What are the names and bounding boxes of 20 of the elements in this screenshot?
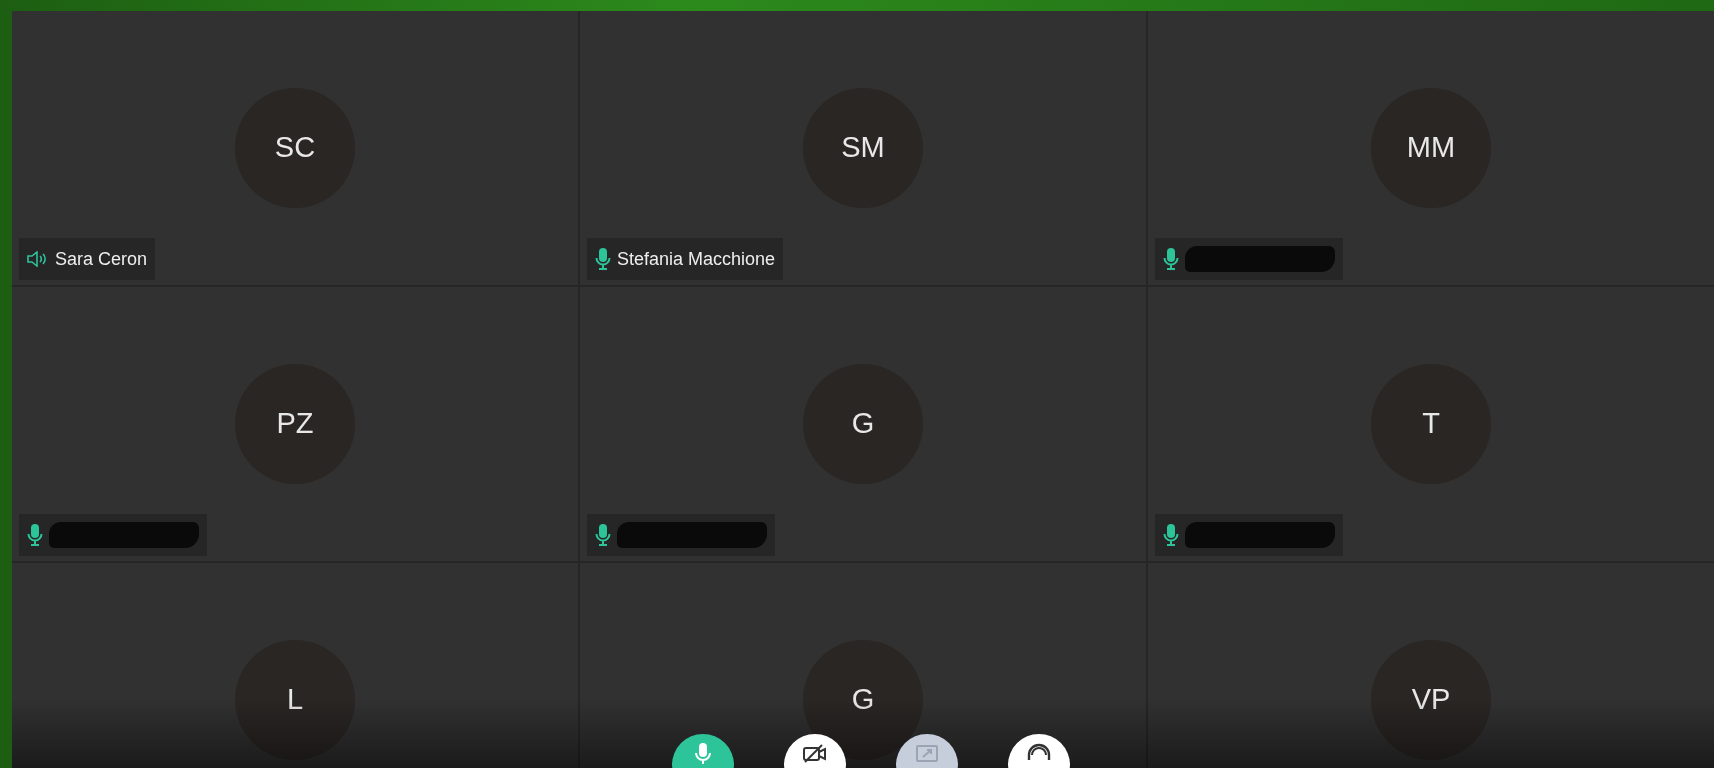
- avatar-initials: VP: [1371, 640, 1491, 760]
- avatar-initials: G: [803, 364, 923, 484]
- microphone-icon: [693, 742, 713, 766]
- microphone-icon: [595, 523, 611, 547]
- microphone-icon: [595, 247, 611, 271]
- avatar-initials: G: [803, 640, 923, 760]
- camera-off-icon: [802, 742, 828, 764]
- screen-share-icon: [915, 742, 939, 764]
- participant-name: Stefania Macchione: [617, 247, 776, 271]
- avatar-initials: SM: [803, 88, 923, 208]
- microphone-icon: [1163, 247, 1179, 271]
- avatar-initials: MM: [1371, 88, 1491, 208]
- avatar-initials: L: [235, 640, 355, 760]
- speaker-icon: [27, 251, 49, 267]
- avatar-initials: T: [1371, 364, 1491, 484]
- microphone-icon: [27, 523, 43, 547]
- participant-name: Sara Ceron: [55, 247, 148, 271]
- microphone-icon: [1163, 523, 1179, 547]
- avatar-initials: SC: [235, 88, 355, 208]
- avatar-initials: PZ: [235, 364, 355, 484]
